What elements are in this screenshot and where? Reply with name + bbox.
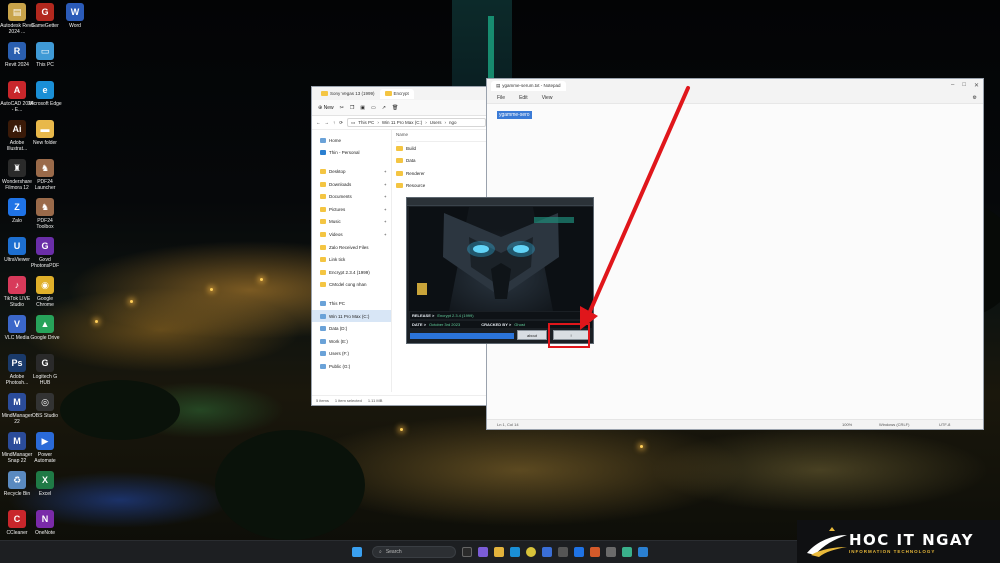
file-explorer-icon[interactable] bbox=[494, 547, 504, 557]
search-icon: ⌕ bbox=[379, 549, 382, 555]
zalo-icon[interactable] bbox=[574, 547, 584, 557]
app-icon[interactable] bbox=[622, 547, 632, 557]
app-icon[interactable] bbox=[558, 547, 568, 557]
task-view-icon[interactable] bbox=[462, 547, 472, 557]
logo-swoosh-icon bbox=[807, 527, 847, 557]
notepad-taskbar-icon[interactable] bbox=[606, 547, 616, 557]
brand-logo: HOC IT NGAY INFORMATION TECHNOLOGY bbox=[797, 520, 1000, 563]
app-icon[interactable] bbox=[638, 547, 648, 557]
edge-icon[interactable] bbox=[510, 547, 520, 557]
brand-name: HOC IT NGAY bbox=[849, 531, 974, 549]
store-icon[interactable] bbox=[542, 547, 552, 557]
teams-icon[interactable] bbox=[478, 547, 488, 557]
start-windows-icon[interactable] bbox=[352, 547, 362, 557]
annotation-arrow bbox=[580, 86, 690, 330]
brand-tagline: INFORMATION TECHNOLOGY bbox=[849, 549, 936, 554]
chrome-icon[interactable] bbox=[526, 547, 536, 557]
taskbar-search[interactable]: ⌕ Search bbox=[372, 546, 456, 558]
app-icon[interactable] bbox=[590, 547, 600, 557]
